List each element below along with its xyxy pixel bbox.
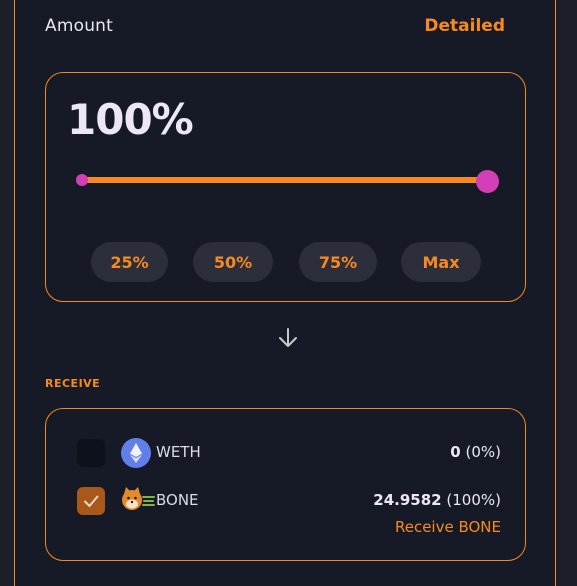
arrow-down-icon [279, 328, 297, 347]
ethereum-icon [121, 438, 151, 468]
slider-start-dot [76, 174, 88, 186]
shiba-bone-icon [122, 487, 155, 510]
receive-bone-link[interactable]: Receive BONE [395, 518, 501, 536]
preset-75-button[interactable]: 75% [299, 242, 377, 282]
weth-amount: 0 (0%) [450, 443, 501, 461]
detailed-toggle[interactable]: Detailed [424, 16, 505, 36]
receive-card: WETH 0 (0%) BONE 24.9582 (100%) Receive … [45, 408, 526, 561]
slider-thumb[interactable] [476, 170, 499, 193]
bone-amount: 24.9582 (100%) [373, 491, 501, 509]
weth-checkbox[interactable] [77, 439, 105, 467]
percent-value: 100% [67, 95, 194, 144]
bone-amount-percent: (100%) [446, 491, 501, 509]
amount-card: 100% 25% 50% 75% Max [45, 72, 526, 302]
slider-track[interactable] [81, 177, 487, 183]
weth-token-name: WETH [156, 443, 201, 461]
preset-max-button[interactable]: Max [401, 242, 481, 282]
withdraw-panel: Amount Detailed 100% 25% 50% 75% Max REC… [14, 0, 556, 586]
weth-amount-percent: (0%) [465, 443, 501, 461]
preset-50-button[interactable]: 50% [193, 242, 273, 282]
bone-amount-value: 24.9582 [373, 491, 442, 509]
preset-25-button[interactable]: 25% [91, 242, 168, 282]
bone-token-name: BONE [156, 491, 199, 509]
amount-label: Amount [45, 16, 114, 36]
bone-checkbox[interactable] [77, 487, 105, 515]
weth-amount-value: 0 [450, 443, 461, 461]
receive-heading: RECEIVE [45, 377, 101, 390]
checkmark-icon [84, 495, 99, 507]
